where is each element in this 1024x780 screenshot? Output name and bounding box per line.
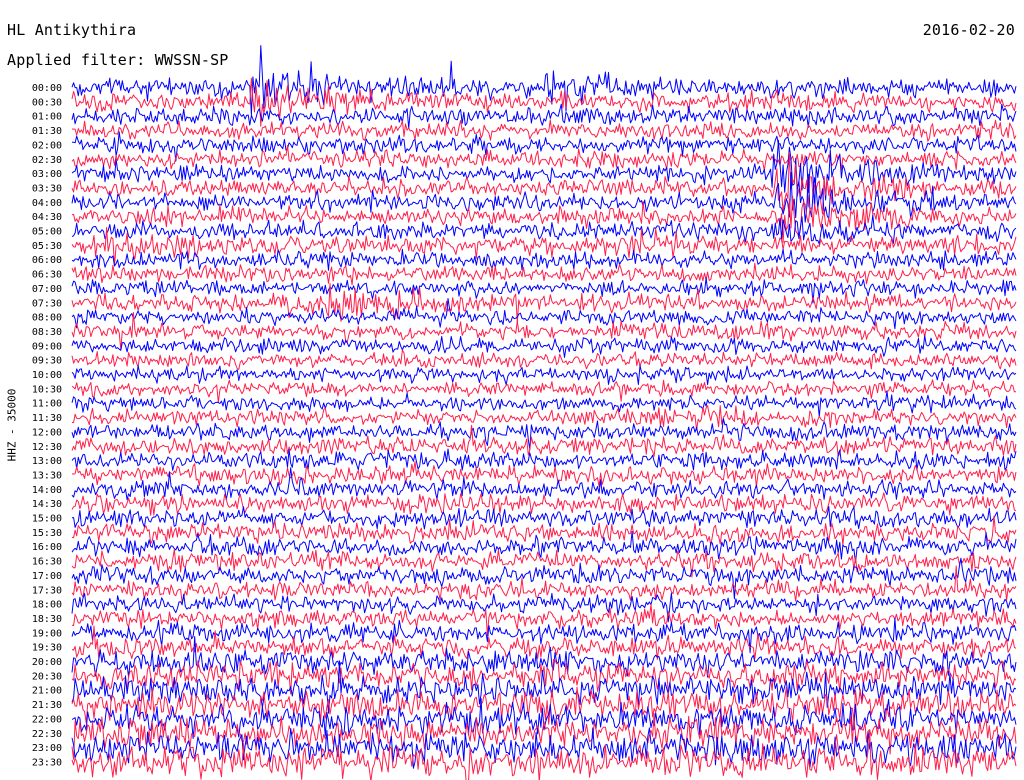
- seismic-trace-1500: [71, 506, 1017, 530]
- row-time-label: 13:00: [32, 456, 62, 467]
- row-time-label: 22:00: [32, 714, 62, 725]
- seismic-trace-0130: [71, 119, 1017, 142]
- seismic-trace-1130: [72, 405, 1017, 431]
- seismic-trace-1330: [71, 461, 1017, 488]
- row-time-label: 16:30: [32, 557, 62, 568]
- row-time-label: 19:30: [32, 643, 62, 654]
- row-time-label: 08:30: [32, 327, 62, 338]
- row-time-label: 18:30: [32, 614, 62, 625]
- row-time-label: 12:30: [32, 442, 62, 453]
- seismic-trace-0200: [71, 131, 1017, 162]
- seismic-trace-1300: [71, 448, 1017, 471]
- seismic-trace-1000: [71, 364, 1017, 386]
- row-time-label: 22:30: [32, 729, 62, 740]
- row-time-label: 07:00: [32, 284, 62, 295]
- row-time-label: 23:00: [32, 743, 62, 754]
- row-time-label: 09:00: [32, 341, 62, 352]
- row-time-label: 21:30: [32, 700, 62, 711]
- seismic-trace-1430: [71, 492, 1017, 516]
- row-time-label: 11:30: [32, 413, 62, 424]
- row-time-label: 04:00: [32, 198, 62, 209]
- seismic-trace-1030: [71, 379, 1017, 403]
- row-time-label: 00:00: [32, 83, 62, 94]
- row-time-label: 06:00: [32, 255, 62, 266]
- seismic-trace-0800: [71, 298, 1017, 330]
- row-time-label: 01:00: [32, 112, 62, 123]
- row-time-label: 23:30: [32, 757, 62, 768]
- row-time-label: 14:30: [32, 499, 62, 510]
- row-time-label: 14:00: [32, 485, 62, 496]
- row-time-label: 05:30: [32, 241, 62, 252]
- row-time-label: 04:30: [32, 212, 62, 223]
- row-time-label: 03:00: [32, 169, 62, 180]
- seismic-trace-2130: [71, 686, 1017, 725]
- row-time-label: 20:00: [32, 657, 62, 668]
- row-time-label: 17:00: [32, 571, 62, 582]
- row-time-label: 03:30: [32, 183, 62, 194]
- seismic-trace-0300: [71, 139, 1017, 209]
- row-time-label: 10:30: [32, 384, 62, 395]
- row-time-label: 09:30: [32, 356, 62, 367]
- row-time-label: 00:30: [32, 97, 62, 108]
- row-time-label: 07:30: [32, 298, 62, 309]
- row-time-label: 05:00: [32, 227, 62, 238]
- seismic-trace-1100: [71, 390, 1017, 418]
- row-time-label: 12:00: [32, 427, 62, 438]
- row-time-label: 13:30: [32, 470, 62, 481]
- row-time-label: 02:30: [32, 155, 62, 166]
- seismic-trace-0100: [71, 103, 1017, 129]
- seismic-trace-0930: [71, 349, 1017, 370]
- row-time-label: 02:00: [32, 140, 62, 151]
- seismogram-plot: 00:00 00:30 01:00 01:30 02:00 02:30 03:00 03:30…: [32, 45, 1017, 780]
- row-time-label: 21:00: [32, 686, 62, 697]
- seismic-trace-0600: [71, 248, 1017, 271]
- row-time-label: 20:30: [32, 671, 62, 682]
- row-time-label: 19:00: [32, 628, 62, 639]
- row-time-label: 16:00: [32, 542, 62, 553]
- row-time-label: 15:30: [32, 528, 62, 539]
- row-time-label: 11:00: [32, 399, 62, 410]
- row-time-label: 01:30: [32, 126, 62, 137]
- seismic-trace-1230: [71, 424, 1017, 457]
- row-time-label: 10:00: [32, 370, 62, 381]
- row-time-label: 18:00: [32, 600, 62, 611]
- row-time-label: 08:00: [32, 313, 62, 324]
- row-time-label: 06:30: [32, 270, 62, 281]
- row-time-label: 17:30: [32, 585, 62, 596]
- row-time-label: 15:00: [32, 514, 62, 525]
